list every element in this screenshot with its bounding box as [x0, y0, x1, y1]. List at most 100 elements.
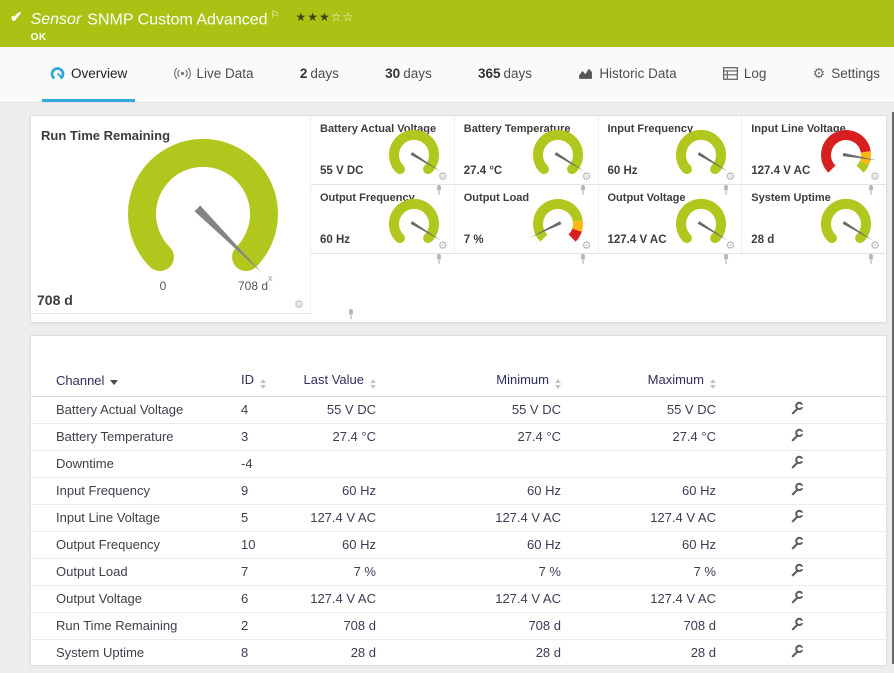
star-icon[interactable]: ☆	[331, 10, 343, 24]
star-icon[interactable]: ★	[319, 10, 331, 24]
sort-icon	[555, 379, 561, 390]
sort-desc-icon	[110, 380, 119, 386]
gauge-cell-input-line-voltage[interactable]: Input Line Voltage 127.4 V AC ⚙	[742, 116, 886, 195]
gauge-value: 7 %	[463, 234, 484, 246]
channel-name: System Uptime	[31, 639, 216, 667]
tab-2-days[interactable]: 2 days	[292, 47, 347, 102]
last-value: 127.4 V AC	[276, 585, 376, 613]
star-icon[interactable]: ★	[295, 10, 307, 24]
table-row-output-load: Output Load 7 7 % 7 % 7 %	[31, 558, 887, 586]
column-header-tools	[716, 366, 876, 397]
gauge-icon	[50, 66, 65, 79]
gauge-cell-output-voltage[interactable]: Output Voltage 127.4 V AC ⚙	[598, 185, 743, 264]
tab-bar: Overview Live Data 2 days 30 days 365 days Histo…	[0, 47, 894, 103]
table-row-battery-temperature: Battery Temperature 3 27.4 °C 27.4 °C 27…	[31, 423, 887, 451]
maximum-value: 60 Hz	[561, 477, 716, 505]
channel-id: 10	[216, 531, 276, 559]
gear-icon[interactable]: ⚙	[582, 172, 592, 183]
table-row-run-time-remaining: Run Time Remaining 2 708 d 708 d 708 d	[31, 612, 887, 640]
gauge-title: Output Load	[463, 192, 530, 204]
tab-overview[interactable]: Overview	[42, 47, 136, 102]
historic-data-icon	[579, 68, 593, 79]
priority-stars[interactable]: ★★★☆☆	[295, 10, 354, 24]
gear-icon[interactable]: ⚙	[582, 241, 592, 252]
star-icon[interactable]: ☆	[343, 10, 355, 24]
tab-label: 2 days	[299, 65, 339, 81]
last-value: 127.4 V AC	[276, 504, 376, 532]
column-header-last-value[interactable]: Last Value	[276, 366, 376, 397]
channel-name: Output Frequency	[31, 531, 216, 559]
pin-icon[interactable]	[578, 253, 588, 265]
channel-table-panel: Channel ID Last Value Minimum Maximum Batter…	[30, 335, 887, 667]
table-row-input-frequency: Input Frequency 9 60 Hz 60 Hz 60 Hz	[31, 477, 887, 505]
channel-id: -4	[216, 450, 276, 478]
maximum-value: 27.4 °C	[561, 423, 716, 451]
channel-settings-wrench-icon[interactable]	[789, 617, 804, 632]
channel-settings-wrench-icon[interactable]	[789, 590, 804, 605]
channel-id: 4	[216, 396, 276, 424]
gauge-value: 28 d	[751, 234, 775, 246]
gear-icon[interactable]: ⚙	[725, 241, 735, 252]
channel-settings-wrench-icon[interactable]	[789, 563, 804, 578]
last-value: 708 d	[276, 612, 376, 640]
pin-icon[interactable]	[721, 253, 731, 265]
channel-settings-wrench-icon[interactable]	[789, 455, 804, 470]
tab-30-days[interactable]: 30 days	[377, 47, 440, 102]
channel-id: 3	[216, 423, 276, 451]
channel-settings-wrench-icon[interactable]	[789, 644, 804, 659]
channel-id: 5	[216, 504, 276, 532]
flag-icon[interactable]: ⚐	[271, 10, 280, 21]
gauge-cell-battery-actual-voltage[interactable]: Battery Actual Voltage 55 V DC ⚙	[311, 116, 455, 195]
tab-365-days[interactable]: 365 days	[470, 47, 540, 102]
column-header-id[interactable]: ID	[216, 366, 276, 397]
gear-icon[interactable]: ⚙	[294, 300, 304, 311]
tab-settings[interactable]: ⚙ Settings	[805, 47, 888, 102]
pin-icon[interactable]	[434, 253, 444, 265]
pin-icon[interactable]	[346, 308, 356, 320]
cell-tools: ⚙	[436, 241, 448, 264]
channel-name: Output Voltage	[31, 585, 216, 613]
channel-name: Battery Actual Voltage	[31, 396, 216, 424]
gauge-value: 127.4 V AC	[751, 165, 811, 177]
live-data-icon	[173, 67, 191, 79]
minimum-value: 7 %	[376, 558, 561, 586]
column-header-maximum[interactable]: Maximum	[561, 366, 716, 397]
gauge-value: 60 Hz	[320, 234, 351, 246]
minimum-value: 60 Hz	[376, 477, 561, 505]
gear-icon[interactable]: ⚙	[870, 172, 880, 183]
gauge-cell-run-time-remaining[interactable]: Run Time Remaining x 0 708 d 708 d ⚙	[31, 116, 354, 319]
gauge-cell-input-frequency[interactable]: Input Frequency 60 Hz ⚙	[598, 116, 743, 195]
cell-tools: ⚙	[294, 300, 354, 319]
pin-icon[interactable]	[866, 253, 876, 265]
settings-gear-icon: ⚙	[812, 64, 826, 81]
channel-name: Run Time Remaining	[31, 612, 216, 640]
gear-icon[interactable]: ⚙	[725, 172, 735, 183]
column-header-minimum[interactable]: Minimum	[376, 366, 561, 397]
gauge-cell-output-load[interactable]: Output Load 7 % ⚙	[454, 185, 599, 264]
gear-icon[interactable]: ⚙	[438, 172, 448, 183]
maximum-value: 708 d	[561, 612, 716, 640]
channel-settings-wrench-icon[interactable]	[789, 509, 804, 524]
tab-live-data[interactable]: Live Data	[166, 47, 262, 102]
object-kind-label: Sensor	[30, 11, 82, 29]
minimum-value: 28 d	[376, 639, 561, 667]
channel-settings-wrench-icon[interactable]	[789, 401, 804, 416]
tab-label: Historic Data	[599, 65, 677, 81]
tab-log[interactable]: Log	[715, 47, 775, 102]
column-header-channel[interactable]: Channel	[31, 366, 216, 397]
star-icon[interactable]: ★	[307, 10, 319, 24]
channel-settings-wrench-icon[interactable]	[789, 536, 804, 551]
gauge-cell-output-frequency[interactable]: Output Frequency 60 Hz ⚙	[311, 185, 455, 264]
channel-settings-wrench-icon[interactable]	[789, 482, 804, 497]
last-value: 28 d	[276, 639, 376, 667]
cell-tools: ⚙	[724, 241, 735, 264]
gauge-cell-battery-temperature[interactable]: Battery Temperature 27.4 °C ⚙	[454, 116, 599, 195]
channel-settings-wrench-icon[interactable]	[789, 428, 804, 443]
table-row-system-uptime: System Uptime 8 28 d 28 d 28 d	[31, 639, 887, 667]
gear-icon[interactable]: ⚙	[870, 241, 880, 252]
gauge-cell-system-uptime[interactable]: System Uptime 28 d ⚙	[742, 185, 886, 264]
tab-label: Log	[743, 65, 767, 81]
tab-historic-data[interactable]: Historic Data	[570, 47, 684, 102]
gauge-dial: x 0 708 d	[128, 139, 278, 293]
gear-icon[interactable]: ⚙	[438, 241, 448, 252]
